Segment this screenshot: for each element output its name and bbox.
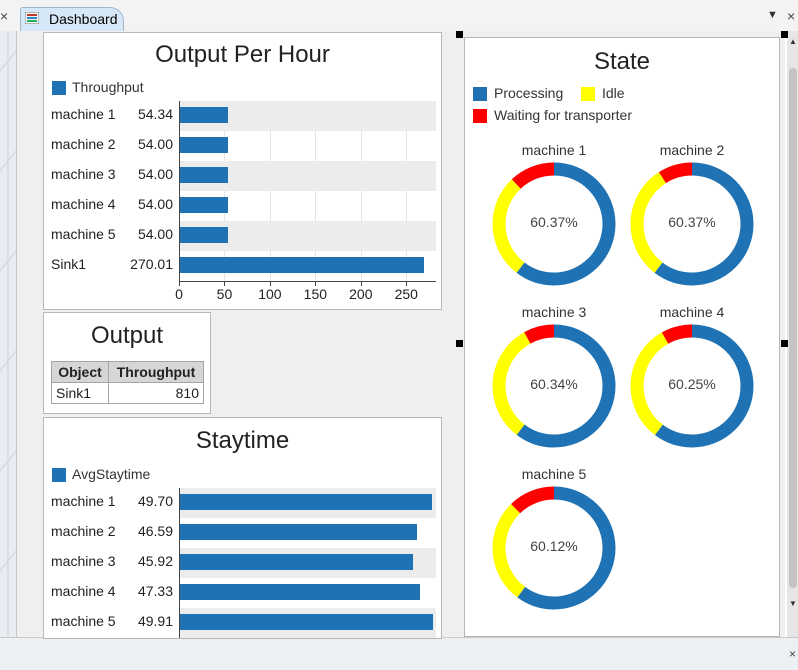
selection-handle[interactable]: [781, 340, 788, 347]
x-tick-label: 0: [175, 286, 183, 302]
left-side-strip: [0, 31, 17, 637]
tab-dashboard[interactable]: Dashboard: [20, 7, 124, 31]
output-panel[interactable]: Output Object Throughput Sink1 810: [43, 312, 211, 414]
donut-percent-label: 60.25%: [668, 376, 716, 392]
dashboard-icon: [25, 12, 39, 24]
bar: [179, 584, 421, 600]
x-tick-label: 100: [258, 286, 282, 302]
bar: [179, 167, 229, 183]
state-panel[interactable]: State Processing Idle Waiting for transp…: [464, 37, 780, 637]
tab-label: Dashboard: [49, 11, 118, 27]
donut-percent-label: 60.34%: [530, 376, 578, 392]
bar: [179, 614, 434, 630]
scrollbar-thumb[interactable]: [789, 68, 797, 588]
bar-value-label: 270.01: [130, 256, 173, 272]
output-title: Output: [90, 322, 164, 349]
x-tick-label: 150: [303, 286, 328, 302]
cell-throughput: 810: [108, 382, 204, 404]
bar-category-label: Sink1: [51, 256, 87, 272]
close-tab-icon[interactable]: ×: [787, 8, 795, 24]
cell-object: Sink1: [50, 382, 110, 404]
donut-percent-label: 60.37%: [668, 214, 716, 230]
scroll-down-icon[interactable]: ▼: [789, 599, 797, 608]
donut-percent-label: 60.12%: [530, 538, 578, 554]
bar-value-label: 54.00: [137, 166, 173, 182]
selection-handle[interactable]: [456, 31, 463, 38]
x-tick-label: 50: [216, 286, 233, 302]
bar: [179, 554, 414, 570]
bar-value-label: 54.34: [137, 106, 173, 122]
column-header-throughput: Throughput: [108, 361, 204, 383]
bottom-panel-bar: [0, 637, 798, 670]
close-bottom-icon[interactable]: ×: [789, 647, 796, 661]
bar-value-label: 54.00: [137, 196, 173, 212]
bar-value-label: 46.59: [137, 523, 173, 539]
close-left-icon[interactable]: ×: [0, 8, 8, 24]
bar: [179, 494, 433, 510]
bar-value-label: 54.00: [137, 226, 173, 242]
bar-value-label: 49.70: [137, 493, 173, 509]
bar-value-label: 54.00: [137, 136, 173, 152]
bar: [179, 197, 229, 213]
bar: [179, 524, 417, 540]
output-per-hour-chart: machine 1 54.34 machine 2 54.00 machine 3 54.…: [44, 33, 443, 311]
bar: [179, 107, 229, 123]
bar-value-label: 47.33: [137, 583, 173, 599]
bar-value-label: 45.92: [137, 553, 173, 569]
y-axis-line: [179, 101, 180, 286]
y-axis-line: [179, 488, 180, 638]
column-header-object: Object: [50, 361, 110, 383]
tab-list-dropdown-icon[interactable]: ▼: [767, 9, 778, 21]
grid-background: [0, 31, 17, 637]
x-tick-label: 250: [394, 286, 418, 302]
bar: [179, 137, 229, 153]
x-tick-label: 200: [349, 286, 373, 302]
staytime-panel[interactable]: Staytime AvgStaytime machine 1 49.70 machi…: [43, 417, 442, 639]
selection-handle[interactable]: [456, 340, 463, 347]
output-table: Object Throughput Sink1 810: [50, 361, 204, 404]
output-per-hour-panel[interactable]: Output Per Hour Throughput machine 1 54.3…: [43, 32, 442, 310]
x-axis-line: [179, 281, 436, 282]
staytime-chart: machine 1 49.70 machine 2 46.59 machine 3 45.…: [44, 418, 441, 638]
selection-handle[interactable]: [781, 31, 788, 38]
bar: [179, 257, 425, 273]
bar: [179, 227, 229, 243]
bar-value-label: 49.91: [137, 613, 173, 629]
scroll-up-icon[interactable]: ▲: [789, 37, 797, 46]
donut-percent-label: 60.37%: [530, 214, 578, 230]
state-donut-charts: machine 1 60.37% machine 2 60.37% machine 36…: [465, 38, 781, 638]
table-row: Sink1 810: [50, 382, 204, 404]
